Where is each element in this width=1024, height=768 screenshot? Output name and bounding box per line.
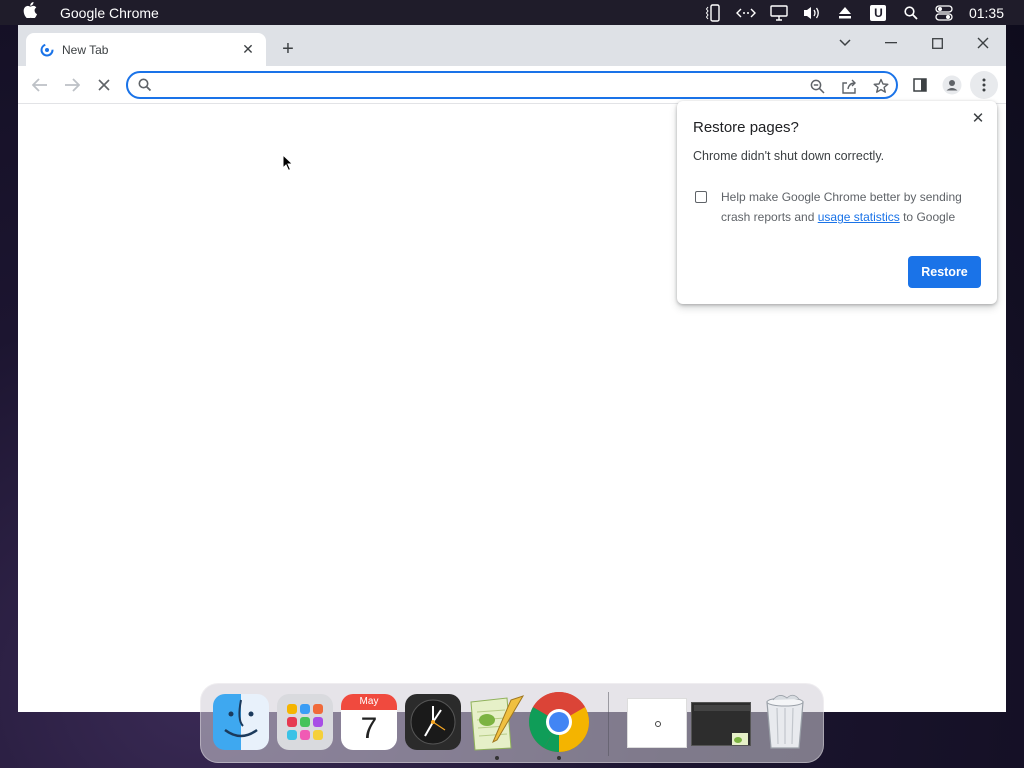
launchpad-icon[interactable] bbox=[277, 694, 333, 750]
address-input[interactable] bbox=[160, 76, 800, 94]
finder-icon[interactable] bbox=[213, 694, 269, 750]
restore-button[interactable]: Restore bbox=[908, 256, 981, 288]
tab-search-icon[interactable] bbox=[822, 29, 868, 57]
dock-separator bbox=[608, 692, 609, 756]
notepad-running-dot bbox=[495, 756, 499, 760]
active-app-name[interactable]: Google Chrome bbox=[60, 5, 159, 21]
profile-avatar-icon[interactable] bbox=[938, 71, 966, 99]
chrome-icon[interactable] bbox=[527, 690, 591, 754]
dialog-message: Chrome didn't shut down correctly. bbox=[693, 149, 885, 163]
spotlight-icon[interactable] bbox=[895, 0, 928, 25]
calendar-icon[interactable]: May 7 bbox=[341, 694, 397, 750]
zoom-out-icon[interactable] bbox=[808, 77, 826, 95]
browser-toolbar bbox=[18, 66, 1006, 104]
address-bar[interactable] bbox=[126, 71, 898, 99]
restore-pages-dialog: Restore pages? ✕ Chrome didn't shut down… bbox=[677, 101, 997, 304]
consent-text-end: to Google bbox=[899, 210, 956, 224]
close-window-button[interactable] bbox=[960, 29, 1006, 57]
stop-loading-button[interactable] bbox=[90, 71, 118, 99]
loading-favicon-icon bbox=[40, 43, 54, 56]
menu-clock[interactable]: 01:35 bbox=[961, 5, 1024, 21]
usage-statistics-link[interactable]: usage statistics bbox=[818, 210, 900, 224]
menu-bar: Google Chrome U 01:35 bbox=[0, 0, 1024, 25]
calendar-month: May bbox=[341, 694, 397, 710]
eject-icon[interactable] bbox=[829, 0, 862, 25]
tab-new-tab[interactable]: New Tab ✕ bbox=[26, 33, 266, 66]
share-icon[interactable] bbox=[840, 77, 858, 95]
notepad-icon[interactable] bbox=[467, 694, 525, 751]
crash-report-label: Help make Google Chrome better by sendin… bbox=[721, 187, 977, 227]
back-button[interactable] bbox=[26, 71, 54, 99]
bookmark-star-icon[interactable] bbox=[872, 77, 890, 95]
calendar-day: 7 bbox=[360, 712, 378, 745]
minimize-button[interactable] bbox=[868, 29, 914, 57]
dialog-title: Restore pages? bbox=[693, 119, 799, 136]
side-panel-icon[interactable] bbox=[906, 71, 934, 99]
chrome-running-dot bbox=[557, 756, 561, 760]
search-icon bbox=[138, 78, 152, 92]
control-center-icon[interactable] bbox=[928, 0, 961, 25]
u-badge: U bbox=[870, 4, 887, 21]
tab-close-icon[interactable]: ✕ bbox=[240, 41, 256, 58]
remote-icon[interactable] bbox=[730, 0, 763, 25]
u-icon[interactable]: U bbox=[862, 0, 895, 25]
crash-report-checkbox[interactable] bbox=[695, 191, 707, 203]
apple-icon[interactable] bbox=[0, 2, 60, 23]
forward-button[interactable] bbox=[58, 71, 86, 99]
tab-strip: New Tab ✕ + bbox=[18, 25, 1006, 66]
close-icon[interactable]: ✕ bbox=[969, 109, 987, 127]
maximize-button[interactable] bbox=[914, 29, 960, 57]
tab-title: New Tab bbox=[62, 42, 109, 57]
mouse-cursor-icon bbox=[282, 154, 294, 172]
window-thumbnail-terminal[interactable] bbox=[691, 702, 751, 746]
more-menu-icon[interactable] bbox=[970, 71, 998, 99]
clock-icon[interactable] bbox=[405, 694, 461, 750]
volume-icon[interactable] bbox=[796, 0, 829, 25]
trash-icon[interactable] bbox=[757, 690, 813, 752]
dock: May 7 bbox=[200, 683, 824, 763]
window-thumbnail-chrome[interactable] bbox=[627, 698, 687, 748]
display-icon[interactable] bbox=[763, 0, 796, 25]
new-tab-button[interactable]: + bbox=[276, 37, 300, 61]
phone-icon[interactable] bbox=[697, 0, 730, 25]
